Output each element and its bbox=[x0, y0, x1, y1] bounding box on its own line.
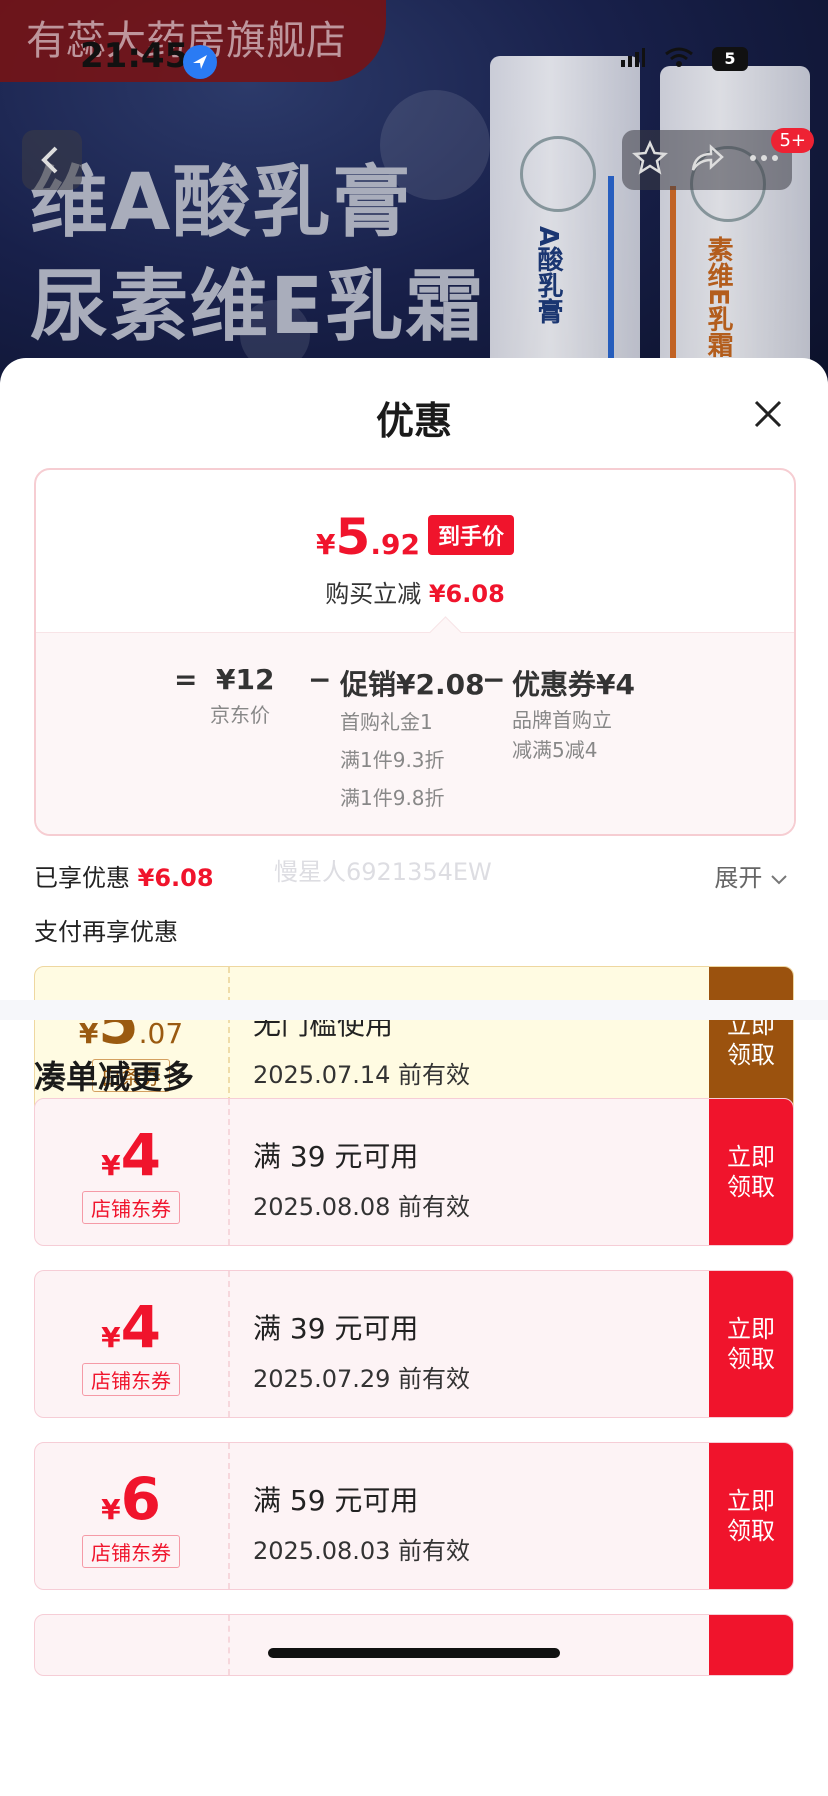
claim-coupon-button[interactable]: 立即 领取 bbox=[709, 1443, 793, 1589]
home-indicator[interactable] bbox=[268, 1648, 560, 1658]
chevron-down-icon bbox=[770, 864, 788, 892]
close-button[interactable] bbox=[748, 394, 788, 434]
coupon-validity: 2025.08.03 前有效 bbox=[253, 1537, 471, 1565]
final-price: ¥5.92 到手价 bbox=[36, 508, 794, 566]
star-icon[interactable] bbox=[632, 139, 669, 180]
store-coupon: ¥6 店铺东券 满 59 元可用 2025.08.03 前有效 立即 领取 bbox=[34, 1442, 794, 1590]
coupon-value: ¥4 店铺东券 bbox=[35, 1099, 227, 1245]
section-title: 凑单减更多 bbox=[34, 1058, 195, 1096]
coupon-validity: 2025.07.29 前有效 bbox=[253, 1365, 471, 1393]
coupon-type-tag: 店铺东券 bbox=[82, 1191, 180, 1224]
coupon-divider bbox=[228, 1615, 230, 1675]
coupon-value: ¥6 店铺东券 bbox=[35, 1443, 227, 1589]
coupon-detail: 品牌首购立 bbox=[512, 708, 612, 732]
back-icon bbox=[22, 146, 82, 194]
price-calculation: = ¥12 京东价 − 促销¥2.08 首购礼金1 满1件9.3折 满1件9.8… bbox=[36, 616, 794, 834]
coupon-amount: ¥4 bbox=[101, 1121, 161, 1189]
coupon-info: 满 59 元可用 2025.08.03 前有效 bbox=[253, 1479, 470, 1566]
coupon-value: ¥4 店铺东券 bbox=[35, 1271, 227, 1417]
tube-seal bbox=[520, 136, 596, 212]
product-banner: 有蕊大药房旗舰店 维A酸乳膏 尿素维E乳霜 A酸乳膏 素维E乳霜 21:45 5 bbox=[0, 0, 828, 420]
price-currency: ¥ bbox=[316, 528, 336, 561]
coupon-discount-value: 优惠券¥4 bbox=[512, 668, 635, 701]
minus-sign: − bbox=[482, 663, 506, 696]
coupon-divider bbox=[228, 1271, 230, 1417]
store-coupon: ¥4 店铺东券 满 39 元可用 2025.07.29 前有效 立即 领取 bbox=[34, 1270, 794, 1418]
store-coupon-partial bbox=[34, 1614, 794, 1676]
location-icon bbox=[183, 45, 217, 79]
coupon-amount: ¥4 bbox=[101, 1293, 161, 1361]
jd-price-value: ¥12 bbox=[216, 663, 275, 696]
coupon-discount: 优惠券¥4 品牌首购立 减满5减4 bbox=[512, 663, 635, 763]
claim-coupon-button[interactable]: 立即 领取 bbox=[709, 967, 793, 1113]
discount-sheet: 优惠 ¥5.92 到手价 购买立减 ¥6.08 = ¥12 京东价 − 促销¥2… bbox=[0, 358, 828, 1796]
coupon-info: 满 39 元可用 2025.08.08 前有效 bbox=[253, 1135, 470, 1222]
coupon-type-tag: 店铺东券 bbox=[82, 1535, 180, 1568]
coupon-condition: 满 39 元可用 bbox=[253, 1140, 419, 1173]
coupon-detail: 减满5减4 bbox=[512, 738, 598, 762]
tube-label: 素维E乳霜 bbox=[703, 236, 733, 358]
equals-sign: = bbox=[174, 663, 198, 696]
coupon-info: 满 39 元可用 2025.07.29 前有效 bbox=[253, 1307, 470, 1394]
coupon-divider bbox=[228, 967, 230, 1113]
section-separator bbox=[0, 1000, 828, 1020]
enjoyed-amount: ¥6.08 bbox=[137, 864, 214, 892]
price-breakdown-card: ¥5.92 到手价 购买立减 ¥6.08 = ¥12 京东价 − 促销¥2.08 … bbox=[34, 468, 796, 836]
promotion-value: 促销¥2.08 bbox=[340, 668, 485, 701]
share-icon[interactable] bbox=[689, 140, 725, 180]
minus-sign: − bbox=[308, 663, 332, 696]
status-icons: 5 bbox=[620, 46, 748, 72]
coupon-condition: 满 39 元可用 bbox=[253, 1312, 419, 1345]
promotion: 促销¥2.08 首购礼金1 满1件9.3折 满1件9.8折 bbox=[340, 663, 485, 817]
status-time: 21:45 bbox=[80, 36, 189, 76]
price-decimal: .92 bbox=[370, 528, 420, 561]
back-button[interactable] bbox=[22, 130, 82, 190]
coupon-divider bbox=[228, 1099, 230, 1245]
wifi-icon bbox=[664, 46, 694, 72]
coupon-type-tag: 店铺东券 bbox=[82, 1363, 180, 1396]
expand-label: 展开 bbox=[714, 864, 763, 892]
sheet-title: 优惠 bbox=[375, 399, 452, 443]
close-icon bbox=[748, 400, 788, 438]
coupon-condition: 满 59 元可用 bbox=[253, 1484, 419, 1517]
product-headline-2: 尿素维E乳霜 bbox=[30, 262, 486, 352]
promotion-detail: 满1件9.8折 bbox=[340, 786, 445, 810]
store-coupon: ¥4 店铺东券 满 39 元可用 2025.08.08 前有效 立即 领取 bbox=[34, 1098, 794, 1246]
jd-price: ¥12 京东价 bbox=[210, 663, 274, 734]
coupon-amount: ¥6 bbox=[101, 1465, 161, 1533]
tube-label: A酸乳膏 bbox=[533, 226, 563, 325]
final-price-area: ¥5.92 到手价 购买立减 ¥6.08 bbox=[36, 470, 794, 630]
promotion-detail: 满1件9.3折 bbox=[340, 748, 445, 772]
watermark: 慢星人6921354EW bbox=[274, 858, 492, 886]
instant-saving: 购买立减 ¥6.08 bbox=[36, 574, 794, 609]
battery-indicator: 5 bbox=[712, 47, 748, 71]
enjoyed-label: 已享优惠 bbox=[34, 864, 130, 892]
promotion-detail: 首购礼金1 bbox=[340, 710, 433, 734]
enjoyed-discount: 已享优惠 ¥6.08 bbox=[34, 858, 214, 893]
coupon-divider bbox=[228, 1443, 230, 1589]
saving-label: 购买立减 bbox=[325, 580, 422, 608]
top-actions bbox=[622, 130, 792, 190]
claim-coupon-button[interactable] bbox=[709, 1615, 793, 1675]
product-headline-1: 维A酸乳膏 bbox=[30, 158, 413, 248]
price-integer: 5 bbox=[335, 508, 371, 566]
final-price-tag: 到手价 bbox=[427, 515, 514, 555]
coupon-validity: 2025.08.08 前有效 bbox=[253, 1193, 471, 1221]
expand-toggle[interactable]: 展开 bbox=[714, 858, 788, 893]
claim-coupon-button[interactable]: 立即 领取 bbox=[709, 1271, 793, 1417]
signal-icon bbox=[620, 46, 646, 72]
cart-badge: 5+ bbox=[771, 128, 814, 153]
claim-coupon-button[interactable]: 立即 领取 bbox=[709, 1099, 793, 1245]
jd-price-label: 京东价 bbox=[210, 703, 270, 727]
coupon-validity: 2025.07.14 前有效 bbox=[253, 1061, 471, 1089]
pay-more-label: 支付再享优惠 bbox=[34, 918, 178, 946]
saving-amount: ¥6.08 bbox=[428, 580, 505, 608]
